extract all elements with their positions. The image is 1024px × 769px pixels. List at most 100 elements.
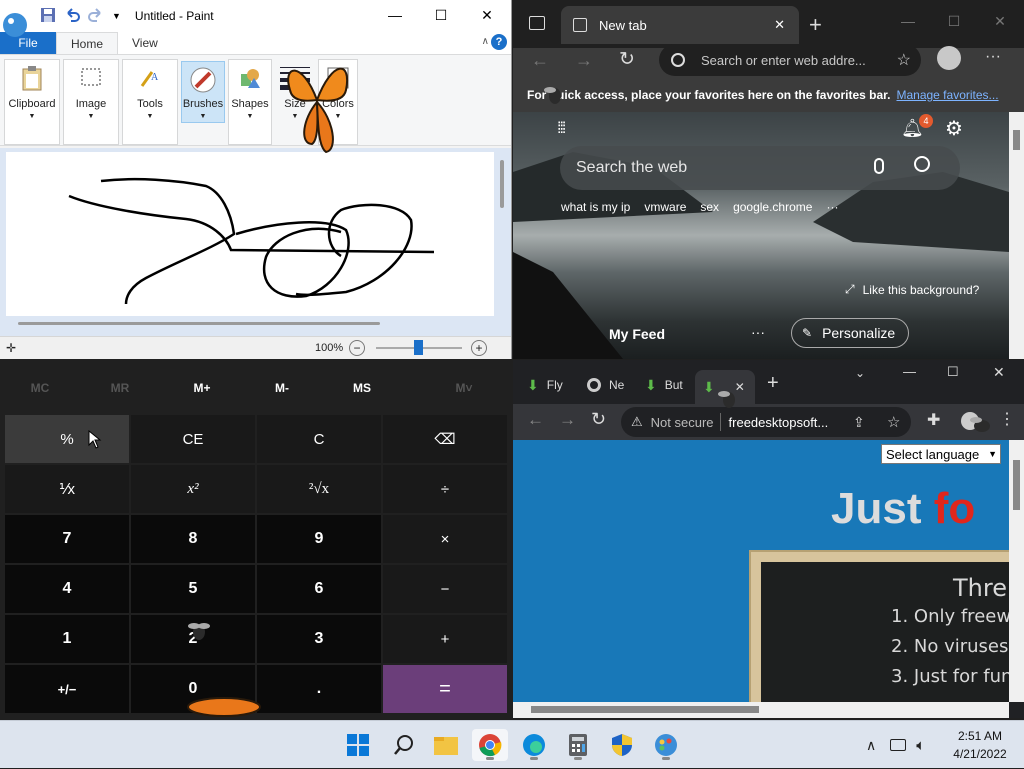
page-horizontal-scrollbar[interactable] xyxy=(513,702,1009,718)
like-background[interactable]: ⤢ Like this background? xyxy=(845,282,979,297)
digit-8-button[interactable]: 8 xyxy=(131,515,255,563)
network-icon[interactable] xyxy=(890,739,907,751)
forward-icon[interactable]: → xyxy=(559,410,576,430)
scrollbar-thumb[interactable] xyxy=(1013,130,1020,150)
tools-group[interactable]: A Tools ▼ xyxy=(122,59,178,145)
microphone-icon[interactable] xyxy=(874,158,884,174)
tab-new-tab[interactable]: New tab ✕ xyxy=(561,6,799,44)
start-icon[interactable] xyxy=(340,729,376,761)
close-button[interactable]: ✕ xyxy=(464,0,510,30)
refresh-icon[interactable]: ↻ xyxy=(619,48,635,71)
edge-scrollbar[interactable] xyxy=(1009,112,1024,359)
tab-new[interactable]: Ne xyxy=(587,370,624,400)
tab-home[interactable]: Home xyxy=(56,32,119,54)
omnibox[interactable]: ⚠ Not secure freedesktopsoft... ⇪ ☆ xyxy=(621,407,911,437)
back-icon[interactable]: ← xyxy=(527,410,544,430)
backspace-button[interactable]: ⌫ xyxy=(383,415,507,463)
tab-actions-icon[interactable] xyxy=(529,16,545,30)
digit-4-button[interactable]: 4 xyxy=(5,565,129,613)
chevron-up-icon[interactable]: ∧ xyxy=(866,737,876,754)
undo-icon[interactable] xyxy=(64,7,80,26)
decimal-button[interactable]: . xyxy=(257,665,381,713)
memory-list-button[interactable]: M˅ xyxy=(424,381,504,395)
clear-entry-button[interactable]: CE xyxy=(131,415,255,463)
volume-icon[interactable]: 🔈︎ xyxy=(916,737,925,754)
minimize-button[interactable]: — xyxy=(372,0,418,30)
address-bar[interactable]: Search or enter web addre... ☆ xyxy=(659,44,921,76)
paint-icon[interactable] xyxy=(648,729,684,761)
clock[interactable]: 2:51 AM 4/21/2022 xyxy=(942,727,1018,763)
tab-but[interactable]: ⬇ But xyxy=(645,370,683,400)
collapse-ribbon-icon[interactable]: ∧ xyxy=(482,36,489,47)
scrollbar-thumb[interactable] xyxy=(531,706,759,713)
suggestion-item[interactable]: sex xyxy=(700,200,719,214)
digit-5-button[interactable]: 5 xyxy=(131,565,255,613)
digit-7-button[interactable]: 7 xyxy=(5,515,129,563)
zoom-in-button[interactable]: + xyxy=(471,340,487,356)
memory-recall-button[interactable]: MR xyxy=(80,381,160,395)
search-icon[interactable] xyxy=(914,156,930,172)
zoom-out-button[interactable]: − xyxy=(349,340,365,356)
suggestion-item[interactable]: what is my ip xyxy=(561,200,630,214)
feed-options-icon[interactable]: ··· xyxy=(751,324,765,340)
horizontal-scrollbar[interactable] xyxy=(18,322,380,325)
memory-clear-button[interactable]: MC xyxy=(0,381,80,395)
square-button[interactable]: x² xyxy=(131,465,255,513)
subtract-button[interactable]: − xyxy=(383,565,507,613)
tab-view[interactable]: View xyxy=(118,32,172,54)
digit-9-button[interactable]: 9 xyxy=(257,515,381,563)
settings-menu-icon[interactable]: ··· xyxy=(985,48,1001,66)
suggestion-item[interactable]: google.chrome xyxy=(733,200,812,214)
percent-button[interactable]: % xyxy=(5,415,129,463)
reciprocal-button[interactable]: ⅟x xyxy=(5,465,129,513)
refresh-icon[interactable]: ↻ xyxy=(591,409,606,430)
close-tab-icon[interactable]: ✕ xyxy=(774,17,785,33)
forward-icon[interactable]: → xyxy=(575,50,593,71)
security-label[interactable]: Not secure xyxy=(651,415,714,430)
divide-button[interactable]: ÷ xyxy=(383,465,507,513)
security-icon[interactable] xyxy=(604,729,640,761)
shapes-group[interactable]: Shapes ▼ xyxy=(228,59,272,145)
brushes-group[interactable]: Brushes ▼ xyxy=(181,61,225,123)
new-tab-button[interactable]: + xyxy=(767,372,779,395)
apps-launcher-icon[interactable]: ⁞⁞⁞ xyxy=(557,120,566,138)
close-button[interactable]: ✕ xyxy=(993,364,1005,381)
web-search-input[interactable]: Search the web xyxy=(576,159,687,177)
calculator-icon[interactable] xyxy=(560,729,596,761)
bookmark-star-icon[interactable]: ☆ xyxy=(887,413,900,431)
personalize-button[interactable]: ✎ Personalize xyxy=(791,318,909,348)
maximize-button[interactable]: ☐ xyxy=(418,0,464,30)
clipboard-group[interactable]: Clipboard ▼ xyxy=(4,59,60,145)
digit-1-button[interactable]: 1 xyxy=(5,615,129,663)
add-button[interactable]: + xyxy=(383,615,507,663)
settings-icon[interactable]: ⚙ xyxy=(945,116,963,141)
maximize-button[interactable]: ☐ xyxy=(947,364,959,380)
file-explorer-icon[interactable] xyxy=(428,729,464,761)
scrollbar-thumb[interactable] xyxy=(1013,460,1020,510)
suggestion-item[interactable]: vmware xyxy=(644,200,686,214)
tab-search-icon[interactable]: ⌄ xyxy=(855,366,865,380)
redo-icon[interactable] xyxy=(88,7,104,26)
memory-add-button[interactable]: M+ xyxy=(162,381,242,395)
more-suggestions-icon[interactable]: ··· xyxy=(826,200,838,214)
share-icon[interactable]: ⇪ xyxy=(853,414,865,431)
image-group[interactable]: Image ▼ xyxy=(63,59,119,145)
drawing-canvas[interactable] xyxy=(6,152,494,316)
digit-3-button[interactable]: 3 xyxy=(257,615,381,663)
save-icon[interactable] xyxy=(40,7,56,26)
chrome-icon[interactable] xyxy=(472,729,508,761)
maximize-button[interactable]: ☐ xyxy=(931,6,977,36)
zoom-slider-thumb[interactable] xyxy=(414,340,423,355)
clear-button[interactable]: C xyxy=(257,415,381,463)
add-favorite-icon[interactable]: ☆ xyxy=(897,50,911,70)
minimize-button[interactable]: — xyxy=(903,364,916,379)
tab-fly[interactable]: ⬇ Fly xyxy=(527,370,563,400)
search-icon[interactable] xyxy=(386,729,422,761)
web-search-box[interactable]: Search the web xyxy=(560,146,960,190)
page-vertical-scrollbar[interactable] xyxy=(1009,440,1024,702)
url-text[interactable]: freedesktopsoft... xyxy=(729,415,829,430)
digit-6-button[interactable]: 6 xyxy=(257,565,381,613)
close-button[interactable]: ✕ xyxy=(977,6,1023,36)
memory-subtract-button[interactable]: M- xyxy=(242,381,322,395)
chrome-menu-icon[interactable]: ⋮ xyxy=(999,409,1015,429)
